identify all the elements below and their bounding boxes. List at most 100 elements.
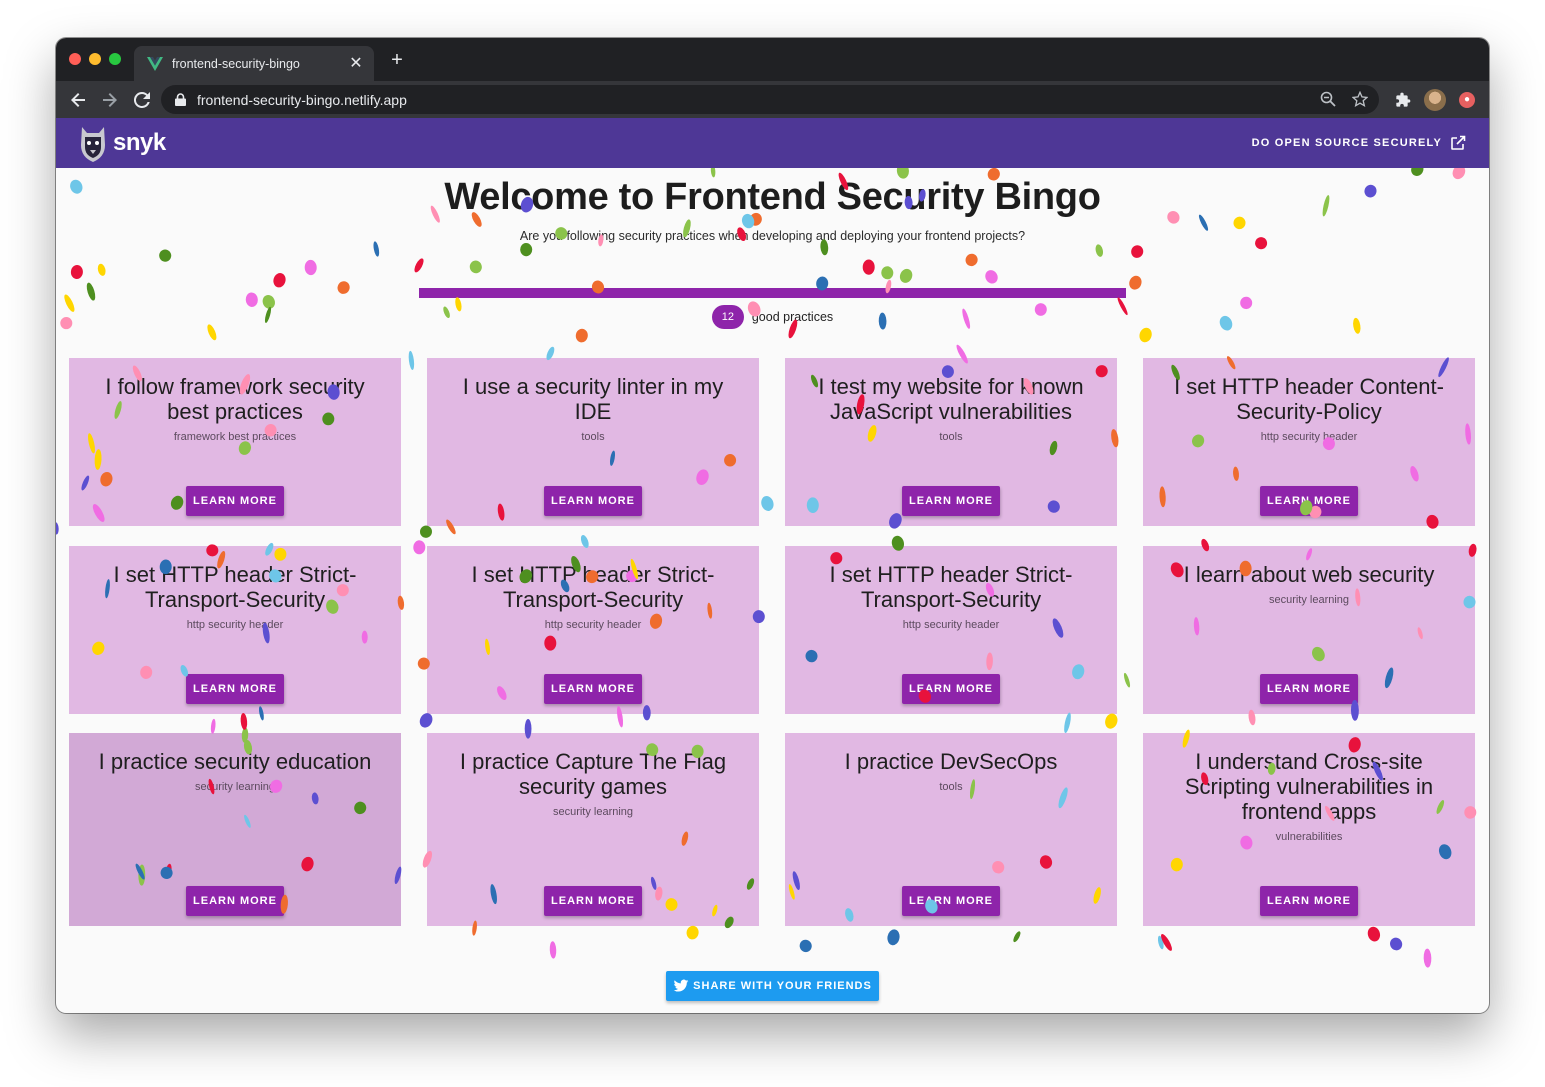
- learn-more-button[interactable]: LEARN MORE: [1260, 674, 1358, 704]
- confetti-piece: [337, 281, 350, 294]
- confetti-piece: [799, 939, 812, 953]
- learn-more-button[interactable]: LEARN MORE: [544, 486, 642, 516]
- tab-close-icon[interactable]: ✕: [346, 54, 366, 74]
- card-tag: security learning: [194, 781, 276, 793]
- confetti-piece: [1129, 275, 1142, 290]
- bingo-card[interactable]: I test my website for known JavaScript v…: [785, 358, 1117, 526]
- external-link-icon: [1451, 135, 1466, 150]
- confetti-piece: [881, 266, 894, 280]
- new-tab-button[interactable]: +: [386, 50, 408, 72]
- confetti-piece: [1390, 937, 1403, 951]
- card-tag: framework best practices: [173, 431, 297, 443]
- bingo-card[interactable]: I follow framework security best practic…: [69, 358, 401, 526]
- confetti-piece: [1095, 244, 1104, 257]
- bingo-card[interactable]: I practice DevSecOps tools LEARN MORE: [785, 733, 1117, 926]
- confetti-piece: [414, 258, 424, 273]
- learn-more-button[interactable]: LEARN MORE: [1260, 486, 1358, 516]
- card-title: I set HTTP header Content-Security-Polic…: [1174, 374, 1444, 424]
- back-icon[interactable]: [66, 88, 90, 112]
- card-title: I test my website for known JavaScript v…: [818, 374, 1084, 424]
- bingo-card[interactable]: I set HTTP header Strict-Transport-Secur…: [785, 546, 1117, 714]
- learn-more-button[interactable]: LEARN MORE: [186, 486, 284, 516]
- card-title: I set HTTP header Strict-Transport-Secur…: [113, 562, 357, 612]
- share-label: SHARE WITH YOUR FRIENDS: [693, 980, 872, 992]
- open-source-link[interactable]: DO OPEN SOURCE SECURELY: [1252, 135, 1466, 151]
- confetti-piece: [686, 925, 699, 940]
- bingo-card[interactable]: I set HTTP header Strict-Transport-Secur…: [69, 546, 401, 714]
- main-content: Welcome to Frontend Security Bingo Are y…: [56, 168, 1489, 1013]
- close-window-button[interactable]: [69, 53, 81, 65]
- bingo-card[interactable]: I set HTTP header Strict-Transport-Secur…: [427, 546, 759, 714]
- url-text: frontend-security-bingo.netlify.app: [197, 91, 407, 108]
- card-tag: http security header: [902, 619, 1000, 631]
- open-source-label: DO OPEN SOURCE SECURELY: [1251, 137, 1442, 149]
- card-title: I follow framework security best practic…: [105, 374, 365, 424]
- confetti-piece: [1105, 713, 1118, 729]
- card-tag: vulnerabilities: [1275, 831, 1343, 843]
- confetti-piece: [1423, 948, 1432, 968]
- confetti-piece: [56, 522, 59, 535]
- extensions-icon[interactable]: [1393, 90, 1413, 110]
- card-tag: security learning: [1268, 594, 1350, 606]
- confetti-piece: [1131, 245, 1144, 258]
- confetti-piece: [985, 270, 998, 284]
- confetti-piece: [1157, 935, 1164, 950]
- browser-window: frontend-security-bingo ✕ + frontend-sec…: [56, 38, 1489, 1013]
- confetti-piece: [159, 249, 172, 262]
- confetti-piece: [862, 259, 875, 275]
- card-tag: http security header: [544, 619, 642, 631]
- bingo-card[interactable]: I use a security linter in my IDE tools LE…: [427, 358, 759, 526]
- confetti-piece: [1013, 931, 1021, 943]
- browser-toolbar: frontend-security-bingo.netlify.app ●: [56, 81, 1489, 118]
- card-title: I practice Capture The Flag security gam…: [459, 749, 727, 799]
- zoom-icon[interactable]: [1319, 90, 1337, 108]
- learn-more-button[interactable]: LEARN MORE: [1260, 886, 1358, 916]
- bingo-card[interactable]: I practice security education security le…: [69, 733, 401, 926]
- card-title: I set HTTP header Strict-Transport-Secur…: [829, 562, 1073, 612]
- card-tag: tools: [581, 431, 605, 443]
- confetti-piece: [887, 929, 900, 946]
- profile-badge-icon[interactable]: ●: [1459, 92, 1475, 108]
- card-title: I practice DevSecOps: [844, 749, 1058, 774]
- minimize-window-button[interactable]: [89, 53, 101, 65]
- avatar[interactable]: [1424, 89, 1446, 111]
- lock-icon: [175, 93, 187, 107]
- confetti-piece: [210, 718, 216, 734]
- share-button[interactable]: SHARE WITH YOUR FRIENDS: [666, 971, 879, 1001]
- learn-more-button[interactable]: LEARN MORE: [544, 886, 642, 916]
- brand[interactable]: snyk: [79, 123, 166, 163]
- confetti-piece: [1064, 712, 1071, 734]
- page-title: Welcome to Frontend Security Bingo: [444, 176, 1101, 218]
- learn-more-button[interactable]: LEARN MORE: [902, 886, 1000, 916]
- confetti-piece: [520, 242, 533, 257]
- bingo-card[interactable]: I understand Cross-site Scripting vulner…: [1143, 733, 1475, 926]
- learn-more-button[interactable]: LEARN MORE: [544, 674, 642, 704]
- tab-active[interactable]: frontend-security-bingo ✕: [134, 46, 374, 81]
- tab-strip: frontend-security-bingo ✕ +: [56, 38, 1489, 81]
- snyk-logo: [81, 127, 105, 162]
- star-icon[interactable]: [1351, 90, 1369, 108]
- learn-more-button[interactable]: LEARN MORE: [902, 674, 1000, 704]
- vue-icon: [147, 56, 163, 72]
- card-title: I use a security linter in my IDE: [462, 374, 724, 424]
- bingo-card[interactable]: I learn about web security security learn…: [1143, 546, 1475, 714]
- card-tag: security learning: [552, 806, 634, 818]
- app-header: snyk DO OPEN SOURCE SECURELY: [56, 118, 1489, 168]
- twitter-icon: [673, 979, 689, 992]
- confetti-piece: [97, 263, 106, 276]
- learn-more-button[interactable]: LEARN MORE: [902, 486, 1000, 516]
- tab-title: frontend-security-bingo: [172, 56, 300, 71]
- card-tag: http security header: [186, 619, 284, 631]
- bingo-card[interactable]: I set HTTP header Content-Security-Polic…: [1143, 358, 1475, 526]
- bingo-card[interactable]: I practice Capture The Flag security gam…: [427, 733, 759, 926]
- maximize-window-button[interactable]: [109, 53, 121, 65]
- confetti-piece: [70, 264, 83, 280]
- progress-fill: [419, 288, 1126, 298]
- confetti-piece: [1161, 933, 1172, 951]
- forward-icon[interactable]: [98, 88, 122, 112]
- reload-icon[interactable]: [130, 88, 154, 112]
- learn-more-button[interactable]: LEARN MORE: [186, 886, 284, 916]
- learn-more-button[interactable]: LEARN MORE: [186, 674, 284, 704]
- count-label: good practices: [751, 310, 834, 324]
- address-bar[interactable]: frontend-security-bingo.netlify.app: [161, 85, 1379, 114]
